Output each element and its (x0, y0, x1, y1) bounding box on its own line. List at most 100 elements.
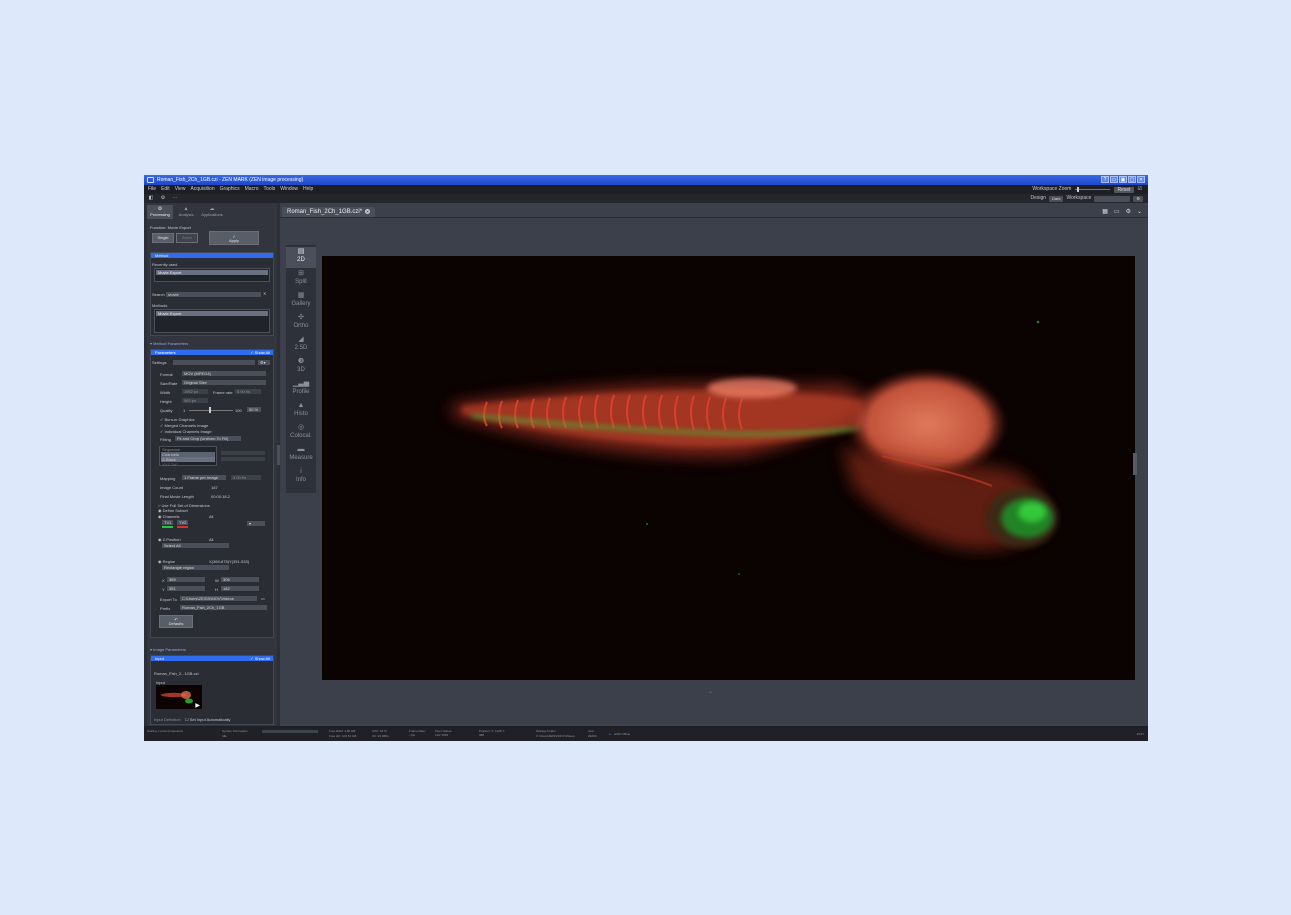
fitting-dropdown[interactable]: Fit and Crop (Uniform To Fill) (175, 436, 241, 441)
h-input[interactable]: 182 (221, 586, 259, 591)
parameters-header[interactable]: Parameters ✓ Show All (151, 350, 273, 355)
search-input[interactable]: movie (166, 292, 261, 297)
set-input-auto-checkbox[interactable]: ☐ Set Input Automatically (185, 717, 230, 722)
view-tab-split[interactable]: ⊞ Split (286, 269, 316, 290)
format-dropdown[interactable]: MOV (MPEG4) (182, 371, 266, 376)
view-tab-info[interactable]: i Info (286, 467, 316, 488)
folder-icon[interactable]: ▭ (261, 596, 265, 601)
view-tab-ortho[interactable]: ✣ Ortho (286, 313, 316, 334)
size-rate-dropdown[interactable]: Original Size (182, 380, 266, 385)
view-tab-profile[interactable]: ▁▃▅ Profile (286, 379, 316, 400)
show-all-toggle[interactable]: ✓ Show All (250, 350, 270, 355)
storage-value[interactable]: C:\Users\ZEISS\MOV\Videos (536, 734, 575, 738)
view-tab-colocal[interactable]: ◎ Colocal. (286, 423, 316, 444)
burn-in-checkbox[interactable]: ✓ Burn-in Graphics (160, 417, 194, 422)
settings-dropdown[interactable] (173, 360, 255, 365)
quality-input[interactable]: 50 % (247, 407, 261, 412)
help-icon[interactable]: ? (1101, 176, 1109, 183)
input-show-all-toggle[interactable]: ✓ Show All (250, 656, 270, 661)
width-input[interactable]: 1902 px (182, 389, 208, 394)
sequence-slider-2[interactable] (221, 457, 265, 461)
apply-button[interactable]: ✓ Apply (209, 231, 259, 245)
clear-search-icon[interactable]: ✕ (263, 291, 266, 296)
export-to-input[interactable]: C:\Users\ZEISS\MOV\Videos (180, 596, 257, 601)
zpos-dropdown[interactable]: Select All (162, 543, 229, 548)
view-settings-icon[interactable]: ⚙ (1126, 208, 1131, 215)
panel-layout-icon[interactable]: ▭ (1114, 208, 1120, 215)
view-tab-3d[interactable]: ❸ 3D (286, 357, 316, 378)
image-params-header[interactable]: ▾ Image Parameters (150, 647, 186, 652)
region-type-dropdown[interactable]: Rectangle region (162, 565, 229, 570)
method-header[interactable]: Method (151, 253, 273, 258)
image-scroll-handle[interactable] (1133, 453, 1137, 475)
quality-slider[interactable] (189, 410, 233, 411)
menu-macro[interactable]: Macro (245, 185, 259, 194)
view-tab-2d[interactable]: ▤ 2D (286, 247, 316, 268)
minimize-icon[interactable]: ▢ (1128, 176, 1136, 183)
menu-file[interactable]: File (148, 185, 156, 194)
tab-analysis[interactable]: ▲ Analysis (173, 205, 199, 219)
close-tab-icon[interactable]: ✕ (365, 209, 371, 214)
view-tab-2-5d[interactable]: ◢ 2.5D (286, 335, 316, 356)
define-subset-radio[interactable]: ◉ Define Subset (158, 508, 188, 513)
panel-toggle-icon[interactable]: ◧ (148, 194, 154, 203)
more-icon[interactable]: ⋯ (172, 194, 178, 203)
tab-processing[interactable]: ⚙ Processing (147, 205, 173, 219)
grid-layout-icon[interactable]: ▦ (1102, 208, 1108, 215)
view-tab-histo[interactable]: ▲ Histo (286, 401, 316, 422)
method-params-header[interactable]: ▾ Method Parameters (150, 341, 188, 346)
menu-window[interactable]: Window (280, 185, 298, 194)
w-input[interactable]: 306 (221, 577, 259, 582)
input-header[interactable]: Input ✓ Show All (151, 656, 273, 661)
menu-graphics[interactable]: Graphics (220, 185, 240, 194)
input-thumbnail[interactable]: ▶ (156, 685, 202, 709)
menu-help[interactable]: Help (303, 185, 313, 194)
sequence-item-xyz[interactable]: XYZ TxF (162, 462, 178, 467)
maximize-icon[interactable]: ▣ (1119, 176, 1127, 183)
channel-options-button[interactable]: ▾ (247, 521, 265, 526)
batch-button[interactable]: Batch (176, 233, 198, 243)
channels-check[interactable]: ◉ Channels (158, 514, 180, 519)
workspace-dropdown[interactable] (1094, 195, 1131, 202)
reset-button[interactable]: Reset (1114, 186, 1134, 193)
image-viewer[interactable] (322, 256, 1135, 680)
drag-handle-icon[interactable]: ⌄ (708, 688, 713, 695)
merged-checkbox[interactable]: ✓ Merged Channels Image (160, 423, 208, 428)
prefix-input[interactable]: Roman_Fish_2Ch_1GB (180, 605, 267, 610)
workspace-zoom-slider[interactable] (1075, 187, 1111, 192)
mapping-dropdown[interactable]: 1 Frame per Image (182, 475, 226, 480)
menu-edit[interactable]: Edit (161, 185, 170, 194)
tab-applications[interactable]: ☁ Applications (199, 205, 225, 219)
settings-icon[interactable]: ⚙ (160, 194, 166, 203)
channel-tv1[interactable]: TV1 (162, 520, 173, 525)
mapping-rate-input[interactable]: 5.00 f/s (231, 475, 261, 480)
settings-gear-icon[interactable]: ⚙▾ (258, 360, 270, 365)
workspace-gear-icon[interactable]: ⚙ (1133, 195, 1143, 202)
individual-checkbox[interactable]: ✓ Individual Channels Image (160, 429, 212, 434)
view-tab-gallery[interactable]: ▦ Gallery (286, 291, 316, 312)
sequence-slider-1[interactable] (221, 451, 265, 455)
chevron-down-icon[interactable]: ⌄ (1137, 208, 1142, 215)
design-dropdown[interactable]: Dark (1049, 195, 1064, 202)
document-tab[interactable]: Roman_Fish_2Ch_1GB.czi* ✕ (282, 207, 376, 217)
view-tab-measure[interactable]: ▬ Measure (286, 445, 316, 466)
checkbox-icon[interactable]: ☑ (1138, 185, 1142, 194)
channel-tv2[interactable]: TV2 (177, 520, 188, 525)
recent-item[interactable]: Movie Export (156, 270, 268, 275)
menu-acquisition[interactable]: Acquisition (190, 185, 214, 194)
defaults-button[interactable]: ↶ Defaults (159, 615, 193, 628)
menu-tools[interactable]: Tools (264, 185, 276, 194)
restore-icon[interactable]: ▭ (1110, 176, 1118, 183)
menu-view[interactable]: View (175, 185, 186, 194)
method-item[interactable]: Movie Export (156, 311, 268, 316)
play-icon[interactable]: ▶ (195, 702, 200, 709)
quality-slider-handle[interactable] (209, 407, 211, 413)
y-input[interactable]: 351 (167, 586, 205, 591)
single-button[interactable]: Single (152, 233, 174, 243)
region-check[interactable]: ◉ Region (158, 559, 175, 564)
close-icon[interactable]: ✕ (1137, 176, 1145, 183)
frame-rate-input[interactable]: 5.00 f/s (235, 389, 261, 394)
x-input[interactable]: 369 (167, 577, 205, 582)
height-input[interactable]: 983 px (182, 398, 208, 403)
zoom-slider-handle[interactable] (1077, 187, 1080, 192)
